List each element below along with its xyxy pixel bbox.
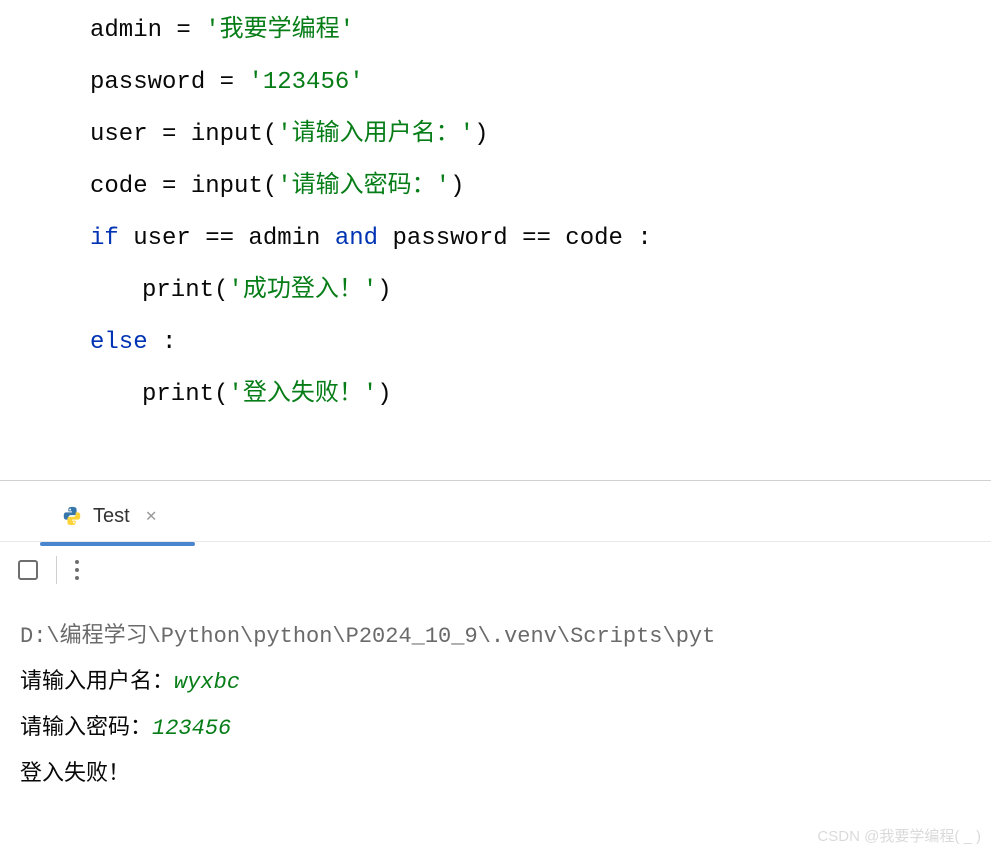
run-panel-header: Test ✕ [0,481,991,541]
prompt-text: 请输入密码： [20,716,152,741]
builtin-fn: input [191,173,263,200]
paren: ( [263,173,277,200]
builtin-fn: print [142,277,214,304]
code-line-3[interactable]: user = input('请输入用户名：') [90,109,991,161]
variable: user [90,121,148,148]
code-line-4[interactable]: code = input('请输入密码：') [90,161,991,213]
paren: ) [450,173,464,200]
paren: ) [377,277,391,304]
string-literal: '请输入用户名：' [277,121,474,148]
variable: code [90,173,148,200]
watermark: CSDN @我要学编程( _ ) [817,825,981,846]
string-literal: '登入失败！' [228,381,377,408]
console-line-1: 请输入用户名：wyxbc [20,660,971,706]
separator [56,556,57,584]
python-icon [61,505,83,527]
code-line-6[interactable]: print('成功登入！') [90,265,991,317]
code-line-7[interactable]: else : [90,317,991,369]
user-input: wyxbc [174,670,240,695]
console-line-3: 登入失败！ [20,752,971,798]
keyword-if: if [90,225,119,252]
builtin-fn: print [142,381,214,408]
expression: password == code : [378,225,652,252]
console-output[interactable]: D:\编程学习\Python\python\P2024_10_9\.venv\S… [0,598,991,814]
run-tab[interactable]: Test ✕ [45,497,173,536]
code-line-1[interactable]: admin = '我要学编程' [90,5,991,57]
user-input: 123456 [152,716,231,741]
operator: = [148,173,191,200]
operator: = [148,121,191,148]
string-literal: '请输入密码：' [277,173,450,200]
tab-underline [40,542,195,546]
string-literal: '123456' [248,69,363,96]
operator: = [205,69,248,96]
code-editor[interactable]: admin = '我要学编程' password = '123456' user… [0,0,991,480]
keyword-and: and [335,225,378,252]
code-line-2[interactable]: password = '123456' [90,57,991,109]
operator: = [162,17,205,44]
paren: ( [214,381,228,408]
variable: admin [90,17,162,44]
variable: password [90,69,205,96]
code-line-8[interactable]: print('登入失败！') [90,369,991,421]
code-line-5[interactable]: if user == admin and password == code : [90,213,991,265]
more-icon[interactable] [75,560,79,580]
console-line-2: 请输入密码：123456 [20,706,971,752]
paren: ( [263,121,277,148]
console-toolbar [0,541,991,598]
colon: : [148,329,177,356]
console-path: D:\编程学习\Python\python\P2024_10_9\.venv\S… [20,614,971,660]
expression: user == admin [119,225,335,252]
keyword-else: else [90,329,148,356]
paren: ( [214,277,228,304]
prompt-text: 请输入用户名： [20,670,174,695]
string-literal: '成功登入！' [228,277,377,304]
paren: ) [474,121,488,148]
stop-icon[interactable] [18,560,38,580]
builtin-fn: input [191,121,263,148]
close-icon[interactable]: ✕ [146,505,157,527]
paren: ) [377,381,391,408]
string-literal: '我要学编程' [205,17,354,44]
tab-label: Test [93,505,130,528]
